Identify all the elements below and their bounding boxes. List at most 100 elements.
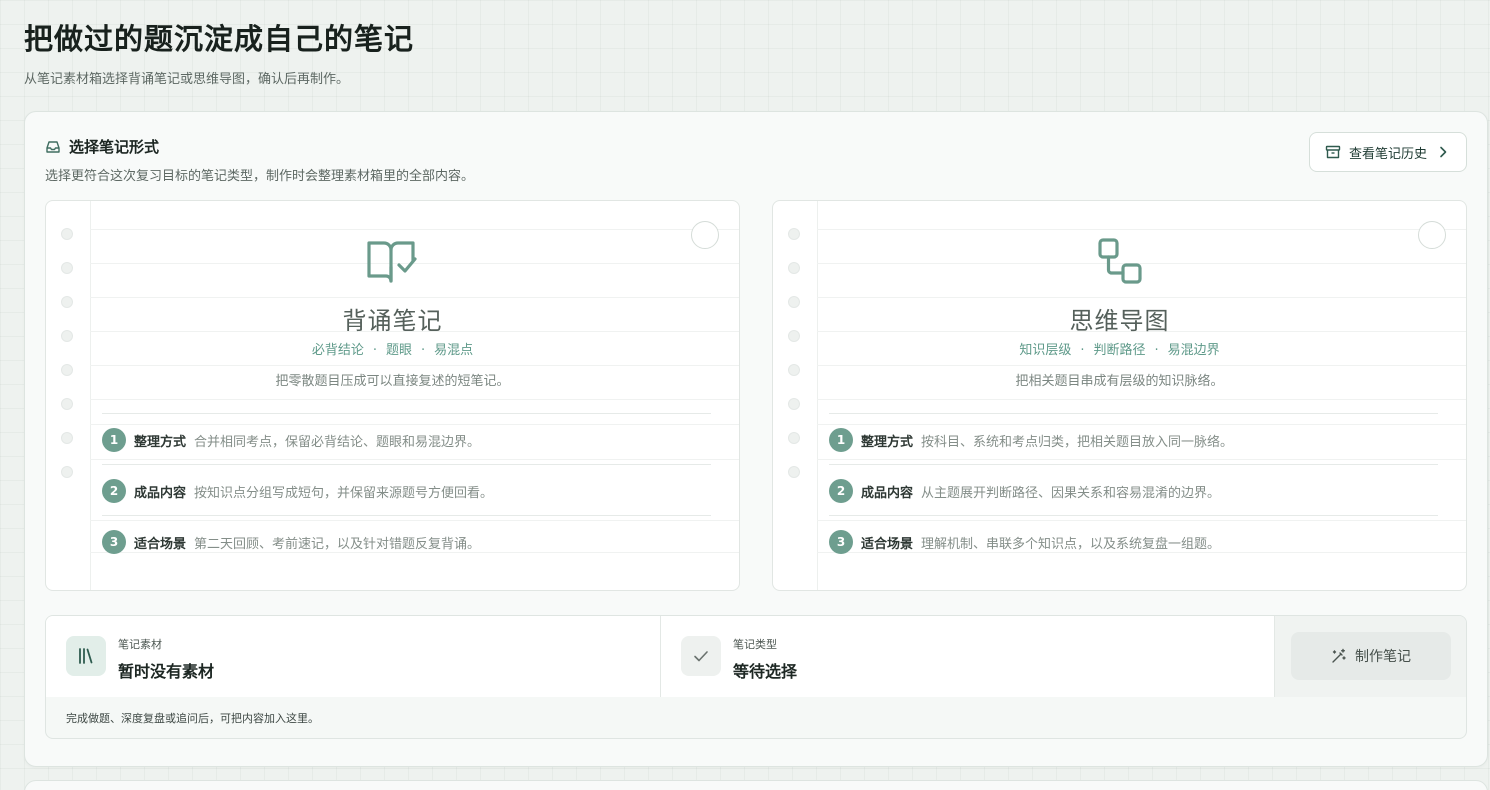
notebook-line xyxy=(817,459,1466,460)
binder-hole xyxy=(788,262,800,274)
row-label: 成品内容 xyxy=(134,485,187,501)
feature-row: 1 整理方式 合并相同考点，保留必背结论、题眼和易混边界。 xyxy=(102,428,711,452)
notebook-line xyxy=(817,297,1466,298)
type-value: 等待选择 xyxy=(733,662,798,681)
step-number: 1 xyxy=(102,428,126,452)
notebook-line xyxy=(90,424,739,425)
summary-hint: 完成做题、深度复盘或追问后，可把内容加入这里。 xyxy=(66,712,319,725)
feature-row: 2 成品内容 按知识点分组写成短句，并保留来源题号方便回看。 xyxy=(102,479,711,503)
feature-row: 1 整理方式 按科目、系统和考点归类，把相关题目放入同一脉络。 xyxy=(829,428,1438,452)
card-recitation-notes[interactable]: 背诵笔记 必背结论 · 题眼 · 易混点 把零散题目压成可以直接复述的短笔记。 1 整理… xyxy=(45,200,740,591)
next-section-panel xyxy=(24,780,1488,790)
type-summary: 笔记类型 等待选择 xyxy=(661,616,1274,697)
action-area: 制作笔记 xyxy=(1274,616,1466,697)
material-label: 笔记素材 xyxy=(118,638,162,651)
card-title: 思维导图 xyxy=(1069,307,1170,335)
step-number: 2 xyxy=(102,479,126,503)
step-number: 3 xyxy=(102,530,126,554)
notebook-line xyxy=(817,424,1466,425)
divider xyxy=(102,515,711,516)
tag: 易混点 xyxy=(434,343,474,358)
row-text: 从主题展开判断路径、因果关系和容易混淆的边界。 xyxy=(921,485,1221,501)
binder-hole xyxy=(61,262,73,274)
tag: 题眼 xyxy=(385,343,412,358)
page-title: 把做过的题沉淀成自己的笔记 xyxy=(24,22,415,56)
tag: 必背结论 xyxy=(311,343,364,358)
tag: 知识层级 xyxy=(1019,343,1072,358)
selection-summary: 笔记素材 暂时没有素材 笔记类型 等待选择 制作笔记 完成做题、深度复盘或追问后… xyxy=(45,615,1467,739)
divider xyxy=(829,515,1438,516)
type-label: 笔记类型 xyxy=(733,638,777,651)
notebook-line xyxy=(90,297,739,298)
divider xyxy=(829,464,1438,465)
check-icon-badge xyxy=(681,636,721,676)
row-label: 整理方式 xyxy=(134,434,187,450)
card-mind-map[interactable]: 思维导图 知识层级 · 判断路径 · 易混边界 把相关题目串成有层级的知识脉络。 1 整… xyxy=(772,200,1467,591)
notebook-margin xyxy=(90,201,91,590)
notebook-line xyxy=(90,520,739,521)
row-label: 适合场景 xyxy=(861,536,914,552)
notebook-line xyxy=(817,399,1466,400)
select-radio[interactable] xyxy=(691,221,719,249)
note-form-panel: 选择笔记形式 选择更符合这次复习目标的笔记类型，制作时会整理素材箱里的全部内容。… xyxy=(24,111,1488,767)
panel-heading: 选择笔记形式 xyxy=(45,136,159,157)
mindmap-icon xyxy=(1097,238,1142,284)
material-value: 暂时没有素材 xyxy=(118,662,215,681)
binder-hole xyxy=(788,228,800,240)
row-text: 按科目、系统和考点归类，把相关题目放入同一脉络。 xyxy=(921,434,1234,450)
row-text: 第二天回顾、考前速记，以及针对错题反复背诵。 xyxy=(194,536,481,552)
divider xyxy=(829,413,1438,414)
binder-hole xyxy=(61,432,73,444)
panel-title: 选择笔记形式 xyxy=(69,138,160,156)
make-note-button[interactable]: 制作笔记 xyxy=(1291,632,1451,680)
divider xyxy=(102,413,711,414)
notebook-line xyxy=(90,365,739,366)
binder-hole xyxy=(61,228,73,240)
card-tags: 必背结论 · 题眼 · 易混点 xyxy=(311,343,474,358)
library-icon xyxy=(79,648,93,664)
feature-row: 3 适合场景 理解机制、串联多个知识点，以及系统复盘一组题。 xyxy=(829,530,1438,554)
tag: 判断路径 xyxy=(1093,343,1146,358)
notebook-line xyxy=(90,399,739,400)
feature-row: 3 适合场景 第二天回顾、考前速记，以及针对错题反复背诵。 xyxy=(102,530,711,554)
view-history-button[interactable]: 查看笔记历史 xyxy=(1309,132,1467,172)
binder-hole xyxy=(788,432,800,444)
row-text: 理解机制、串联多个知识点，以及系统复盘一组题。 xyxy=(921,536,1221,552)
check-icon xyxy=(694,651,708,662)
archive-icon xyxy=(1325,145,1341,159)
magic-wand-icon xyxy=(1332,648,1346,663)
page-subtitle: 从笔记素材箱选择背诵笔记或思维导图，确认后再制作。 xyxy=(24,72,350,87)
book-check-icon xyxy=(366,241,417,283)
binder-hole xyxy=(788,398,800,410)
row-label: 成品内容 xyxy=(861,485,914,501)
view-history-label: 查看笔记历史 xyxy=(1348,146,1427,162)
select-radio[interactable] xyxy=(1418,221,1446,249)
notebook-line xyxy=(817,365,1466,366)
binder-hole xyxy=(61,398,73,410)
card-title: 背诵笔记 xyxy=(342,307,443,335)
library-icon-badge xyxy=(66,636,106,676)
row-label: 整理方式 xyxy=(861,434,914,450)
row-label: 适合场景 xyxy=(134,536,187,552)
tag: 易混边界 xyxy=(1167,343,1220,358)
divider xyxy=(102,464,711,465)
notebook-line xyxy=(90,229,739,230)
notebook-line xyxy=(90,459,739,460)
row-text: 合并相同考点，保留必背结论、题眼和易混边界。 xyxy=(194,434,481,450)
notebook-margin xyxy=(817,201,818,590)
binder-hole xyxy=(61,466,73,478)
step-number: 1 xyxy=(829,428,853,452)
card-tags: 知识层级 · 判断路径 · 易混边界 xyxy=(1019,343,1220,358)
chevron-right-icon xyxy=(1440,146,1447,158)
feature-row: 2 成品内容 从主题展开判断路径、因果关系和容易混淆的边界。 xyxy=(829,479,1438,503)
step-number: 3 xyxy=(829,530,853,554)
step-number: 2 xyxy=(829,479,853,503)
card-description: 把零散题目压成可以直接复述的短笔记。 xyxy=(275,374,510,389)
binder-hole xyxy=(788,466,800,478)
make-note-label: 制作笔记 xyxy=(1355,649,1411,665)
material-summary: 笔记素材 暂时没有素材 xyxy=(46,616,661,697)
inbox-icon xyxy=(46,140,60,153)
notebook-line xyxy=(817,229,1466,230)
row-text: 按知识点分组写成短句，并保留来源题号方便回看。 xyxy=(194,485,494,501)
notebook-line xyxy=(817,520,1466,521)
